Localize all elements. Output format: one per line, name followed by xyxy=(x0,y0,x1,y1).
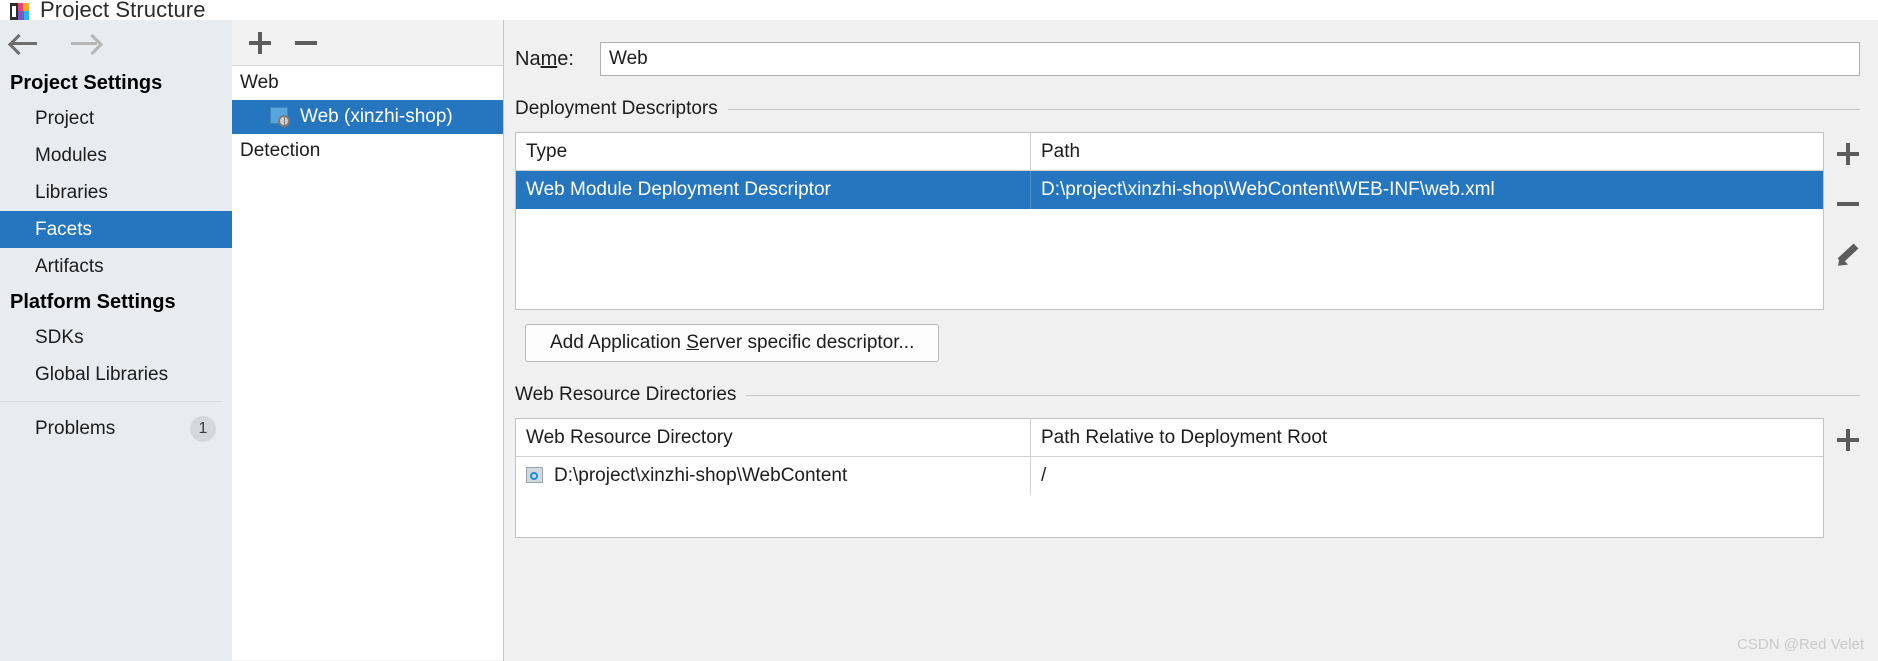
facets-tree-group-web[interactable]: Web xyxy=(232,66,503,100)
section-rule xyxy=(746,394,1860,396)
facets-tree-group-web-label: Web xyxy=(240,72,279,93)
sidebar-group-project-settings: Project Settings xyxy=(10,72,163,94)
remove-facet-minus-icon[interactable] xyxy=(290,27,322,59)
name-label-mnemonic: m xyxy=(540,47,558,70)
deployment-descriptors-header: Deployment Descriptors xyxy=(515,98,1878,120)
problems-count-badge: 1 xyxy=(190,415,216,442)
name-label: Name: xyxy=(515,48,600,71)
folder-resource-icon xyxy=(526,467,546,485)
sidebar-group-platform-settings: Platform Settings xyxy=(10,291,176,313)
cell-type: Web Module Deployment Descriptor xyxy=(516,171,1031,209)
deployment-descriptors-title: Deployment Descriptors xyxy=(515,98,718,119)
facets-tree-item-web-xinzhi-shop[interactable]: Web (xinzhi-shop) xyxy=(232,100,503,134)
sidebar-item-problems-label: Problems xyxy=(35,418,116,439)
name-label-before: Na xyxy=(515,47,541,70)
sidebar-navigation-toolbar xyxy=(0,20,232,66)
add-button-label-before: Add Application xyxy=(550,332,687,353)
edit-descriptor-pencil-icon[interactable] xyxy=(1832,238,1862,271)
web-resource-directories-tools xyxy=(1824,418,1870,538)
arrow-right-icon[interactable] xyxy=(68,28,104,58)
arrow-left-icon[interactable] xyxy=(7,28,42,58)
web-resource-directories-section: Web Resource Directories Web Resource Di… xyxy=(515,384,1878,538)
intellij-idea-icon xyxy=(10,2,29,21)
sidebar-item-facets[interactable]: Facets xyxy=(0,211,232,248)
table-header-row: Type Path xyxy=(516,133,1823,171)
facets-toolbar xyxy=(232,20,503,66)
web-facet-icon xyxy=(270,107,292,128)
window-title: Project Structure xyxy=(40,0,206,20)
web-resource-directories-table: Web Resource Directory Path Relative to … xyxy=(515,418,1824,538)
deployment-descriptors-table-wrap: Type Path Web Module Deployment Descript… xyxy=(515,132,1878,310)
web-resource-directories-header: Web Resource Directories xyxy=(515,384,1878,406)
remove-descriptor-minus-icon[interactable] xyxy=(1832,188,1862,218)
sidebar-item-artifacts[interactable]: Artifacts xyxy=(0,248,232,285)
table-header-row: Web Resource Directory Path Relative to … xyxy=(516,419,1823,457)
facet-detail-pane: Name: Deployment Descriptors Type Path W… xyxy=(505,20,1878,661)
name-input[interactable] xyxy=(600,42,1860,76)
sidebar-item-problems[interactable]: Problems 1 xyxy=(0,410,232,447)
add-facet-plus-icon[interactable] xyxy=(244,27,276,59)
add-button-label-mnemonic: S xyxy=(686,332,699,353)
column-header-path[interactable]: Path xyxy=(1031,133,1823,170)
name-label-after: e: xyxy=(557,47,574,70)
deployment-descriptors-tools xyxy=(1824,132,1870,310)
web-resource-directories-table-wrap: Web Resource Directory Path Relative to … xyxy=(515,418,1878,538)
column-header-type[interactable]: Type xyxy=(516,133,1031,170)
web-resource-directories-title: Web Resource Directories xyxy=(515,384,737,405)
sidebar-item-sdks[interactable]: SDKs xyxy=(0,319,232,356)
sidebar-item-libraries[interactable]: Libraries xyxy=(0,174,232,211)
settings-sidebar: Project Settings Project Modules Librari… xyxy=(0,20,232,661)
section-rule xyxy=(727,108,1860,110)
cell-path: D:\project\xinzhi-shop\WebContent\WEB-IN… xyxy=(1041,179,1495,200)
deployment-descriptors-table: Type Path Web Module Deployment Descript… xyxy=(515,132,1824,310)
sidebar-divider xyxy=(0,401,222,402)
column-header-web-resource-directory[interactable]: Web Resource Directory xyxy=(516,419,1031,456)
facets-panel: Web Web (xinzhi-shop) Detection xyxy=(232,20,504,661)
project-structure-dialog: Project Structure Project Settings Proje… xyxy=(0,0,1878,661)
facets-tree-item-label: Web (xinzhi-shop) xyxy=(300,106,453,127)
add-descriptor-plus-icon[interactable] xyxy=(1832,138,1862,168)
column-header-path-relative[interactable]: Path Relative to Deployment Root xyxy=(1031,419,1823,456)
add-web-resource-plus-icon[interactable] xyxy=(1832,424,1862,454)
facets-tree-group-detection-label: Detection xyxy=(240,140,321,161)
cell-web-resource-directory-label: D:\project\xinzhi-shop\WebContent xyxy=(554,465,848,486)
name-row: Name: xyxy=(505,20,1878,76)
sidebar-item-global-libraries[interactable]: Global Libraries xyxy=(0,356,232,393)
add-button-label-after: erver specific descriptor... xyxy=(698,332,915,353)
cell-web-resource-directory: D:\project\xinzhi-shop\WebContent xyxy=(516,457,1031,495)
deployment-descriptors-section: Deployment Descriptors Type Path Web Mod… xyxy=(515,98,1878,362)
facets-tree: Web Web (xinzhi-shop) Detection xyxy=(232,66,503,660)
cell-relative-path: / xyxy=(1041,465,1047,486)
facets-tree-group-detection[interactable]: Detection xyxy=(232,134,503,168)
window-title-bar: Project Structure xyxy=(0,0,1878,20)
table-row[interactable]: D:\project\xinzhi-shop\WebContent / xyxy=(516,457,1823,495)
add-application-server-specific-descriptor-button[interactable]: Add Application Server specific descript… xyxy=(525,324,940,362)
sidebar-item-project[interactable]: Project xyxy=(0,100,232,137)
sidebar-item-modules[interactable]: Modules xyxy=(0,137,232,174)
add-descriptor-button-wrap: Add Application Server specific descript… xyxy=(525,324,1878,362)
table-row[interactable]: Web Module Deployment Descriptor D:\proj… xyxy=(516,171,1823,209)
